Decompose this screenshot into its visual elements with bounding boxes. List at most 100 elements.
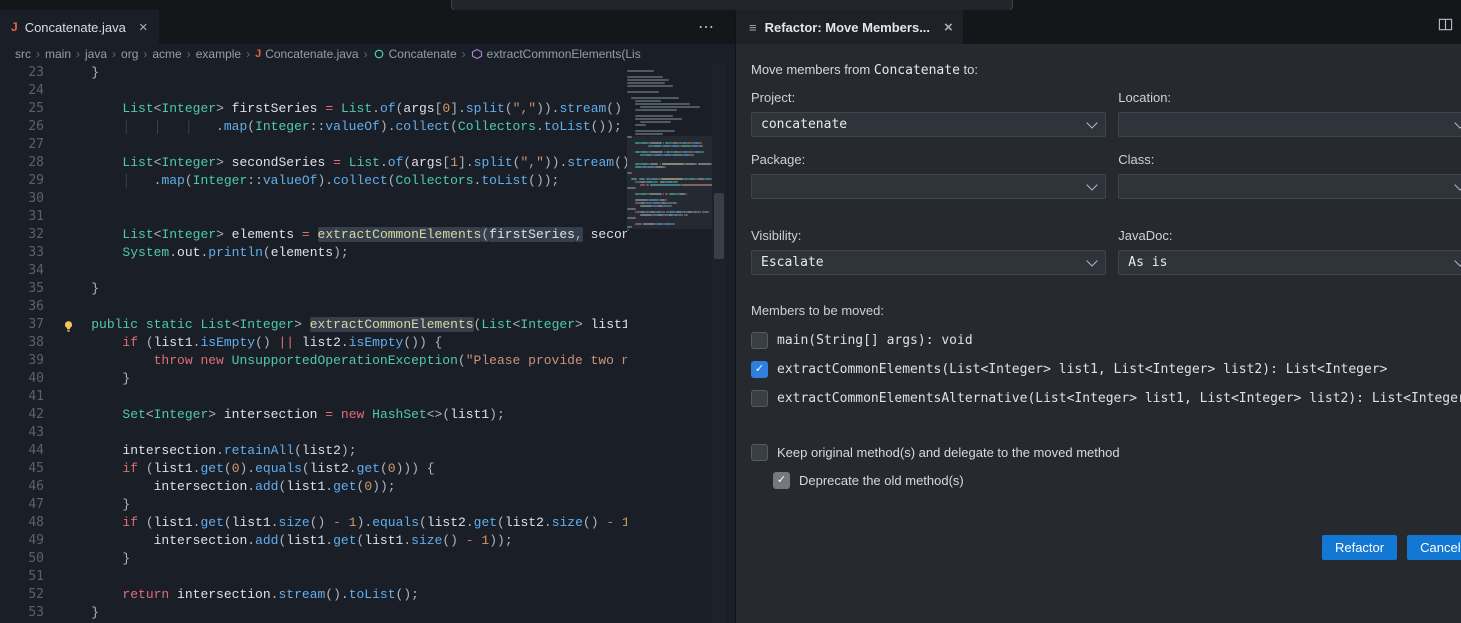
package-select[interactable] xyxy=(751,174,1106,199)
members-label: Members to be moved: xyxy=(751,303,1461,318)
code-text: intersection.add(list1.get(0)); xyxy=(44,478,396,496)
lightbulb-icon[interactable] xyxy=(62,318,75,331)
line-number: 40 xyxy=(0,370,44,388)
code-line[interactable]: 26 │ │ │ .map(Integer::valueOf).collect(… xyxy=(0,118,627,136)
line-number: 25 xyxy=(0,100,44,118)
code-line[interactable]: 36 xyxy=(0,298,627,316)
line-number: 24 xyxy=(0,82,44,100)
breadcrumb-item[interactable]: example xyxy=(196,47,241,61)
breadcrumb-item[interactable]: main xyxy=(45,47,71,61)
breadcrumb-separator: › xyxy=(36,47,40,61)
line-number: 42 xyxy=(0,406,44,424)
editor-content: 23 }2425 List<Integer> firstSeries = Lis… xyxy=(0,64,735,623)
visibility-select[interactable]: Escalate xyxy=(751,250,1106,275)
code-line[interactable]: 42 Set<Integer> intersection = new HashS… xyxy=(0,406,627,424)
split-editor-icon[interactable] xyxy=(1438,17,1453,37)
line-number: 47 xyxy=(0,496,44,514)
code-line[interactable]: 46 intersection.add(list1.get(0)); xyxy=(0,478,627,496)
code-line[interactable]: 28 List<Integer> secondSeries = List.of(… xyxy=(0,154,627,172)
member-row: ✓extractCommonElements(List<Integer> lis… xyxy=(751,361,1461,378)
code-text: } xyxy=(44,64,99,82)
tab-refactor-move-members[interactable]: ≡ Refactor: Move Members... × xyxy=(736,10,963,44)
javadoc-select[interactable]: As is xyxy=(1118,250,1461,275)
breadcrumb-item[interactable]: src xyxy=(15,47,31,61)
deprecate-old-checkbox[interactable]: ✓ xyxy=(773,472,790,489)
editor-scrollbar[interactable] xyxy=(712,64,726,623)
keep-original-label: Keep original method(s) and delegate to … xyxy=(777,445,1120,460)
code-text: if (list1.isEmpty() || list2.isEmpty()) … xyxy=(44,334,442,352)
code-line[interactable]: 49 intersection.add(list1.get(list1.size… xyxy=(0,532,627,550)
package-label: Package: xyxy=(751,152,1106,167)
code-line[interactable]: 30 xyxy=(0,190,627,208)
minimap[interactable] xyxy=(627,64,712,623)
keep-original-checkbox[interactable]: ✓ xyxy=(751,444,768,461)
code-line[interactable]: 37 public static List<Integer> extractCo… xyxy=(0,316,627,334)
code-line[interactable]: 29 │ .map(Integer::valueOf).collect(Coll… xyxy=(0,172,627,190)
code-line[interactable]: 41 xyxy=(0,388,627,406)
code-line[interactable]: 32 List<Integer> elements = extractCommo… xyxy=(0,226,627,244)
code-line[interactable]: 23 } xyxy=(0,64,627,82)
line-number: 35 xyxy=(0,280,44,298)
code-line[interactable]: 44 intersection.retainAll(list2); xyxy=(0,442,627,460)
member-checkbox[interactable]: ✓ xyxy=(751,361,768,378)
member-checkbox[interactable]: ✓ xyxy=(751,332,768,349)
tab-concatenate-java[interactable]: J Concatenate.java × xyxy=(0,10,159,44)
code-text xyxy=(44,298,60,316)
minimap-slider[interactable] xyxy=(627,136,712,229)
code-editor[interactable]: 23 }2425 List<Integer> firstSeries = Lis… xyxy=(0,64,627,623)
code-text: System.out.println(elements); xyxy=(44,244,349,262)
breadcrumb-item[interactable]: acme xyxy=(152,47,181,61)
code-line[interactable]: 51 xyxy=(0,568,627,586)
command-center-searchbox[interactable] xyxy=(451,0,1013,10)
code-line[interactable]: 43 xyxy=(0,424,627,442)
code-line[interactable]: 33 System.out.println(elements); xyxy=(0,244,627,262)
code-text: } xyxy=(44,280,99,298)
code-line[interactable]: 35 } xyxy=(0,280,627,298)
code-line[interactable]: 40 } xyxy=(0,370,627,388)
line-number: 27 xyxy=(0,136,44,154)
code-line[interactable]: 24 xyxy=(0,82,627,100)
line-number: 43 xyxy=(0,424,44,442)
code-line[interactable]: 53 } xyxy=(0,604,627,622)
code-line[interactable]: 39 throw new UnsupportedOperationExcepti… xyxy=(0,352,627,370)
code-line[interactable]: 38 if (list1.isEmpty() || list2.isEmpty(… xyxy=(0,334,627,352)
refactor-button[interactable]: Refactor xyxy=(1322,535,1397,560)
code-text: throw new UnsupportedOperationException(… xyxy=(44,352,627,370)
breadcrumb-label: java xyxy=(85,47,107,61)
code-line[interactable]: 27 xyxy=(0,136,627,154)
project-select[interactable]: concatenate xyxy=(751,112,1106,137)
breadcrumb-item[interactable]: extractCommonElements(Lis xyxy=(471,47,641,61)
breadcrumb-item[interactable]: org xyxy=(121,47,138,61)
tab-close-icon[interactable]: × xyxy=(139,19,148,36)
code-text: public static List<Integer> extractCommo… xyxy=(44,316,627,334)
class-select[interactable] xyxy=(1118,174,1461,199)
editor-actions-ellipsis-icon[interactable]: ⋯ xyxy=(698,17,715,37)
refactor-form: Move members from Concatenate to: Projec… xyxy=(736,44,1461,623)
panel-tab-bar: ≡ Refactor: Move Members... × ⋯ xyxy=(736,10,1461,44)
cancel-button[interactable]: Cancel xyxy=(1407,535,1461,560)
code-line[interactable]: 25 List<Integer> firstSeries = List.of(a… xyxy=(0,100,627,118)
breadcrumb-item[interactable]: java xyxy=(85,47,107,61)
code-line[interactable]: 34 xyxy=(0,262,627,280)
breadcrumb-separator: › xyxy=(364,47,368,61)
refactor-panel: ≡ Refactor: Move Members... × ⋯ Move mem… xyxy=(735,10,1461,623)
breadcrumb-item[interactable]: Concatenate xyxy=(373,47,457,61)
code-line[interactable]: 52 return intersection.stream().toList()… xyxy=(0,586,627,604)
location-select[interactable] xyxy=(1118,112,1461,137)
code-line[interactable]: 45 if (list1.get(0).equals(list2.get(0))… xyxy=(0,460,627,478)
code-line[interactable]: 47 } xyxy=(0,496,627,514)
code-line[interactable]: 48 if (list1.get(list1.size() - 1).equal… xyxy=(0,514,627,532)
panel-tab-close-icon[interactable]: × xyxy=(944,19,953,36)
visibility-value: Escalate xyxy=(761,255,824,270)
line-number: 31 xyxy=(0,208,44,226)
code-text: intersection.retainAll(list2); xyxy=(44,442,357,460)
scrollbar-thumb[interactable] xyxy=(714,193,724,259)
member-checkbox[interactable]: ✓ xyxy=(751,390,768,407)
breadcrumb-item[interactable]: JConcatenate.java xyxy=(255,47,359,61)
code-line[interactable]: 50 } xyxy=(0,550,627,568)
chevron-down-icon xyxy=(1454,117,1461,128)
breadcrumb-label: src xyxy=(15,47,31,61)
code-line[interactable]: 31 xyxy=(0,208,627,226)
chevron-down-icon xyxy=(1087,117,1098,128)
line-number: 32 xyxy=(0,226,44,244)
